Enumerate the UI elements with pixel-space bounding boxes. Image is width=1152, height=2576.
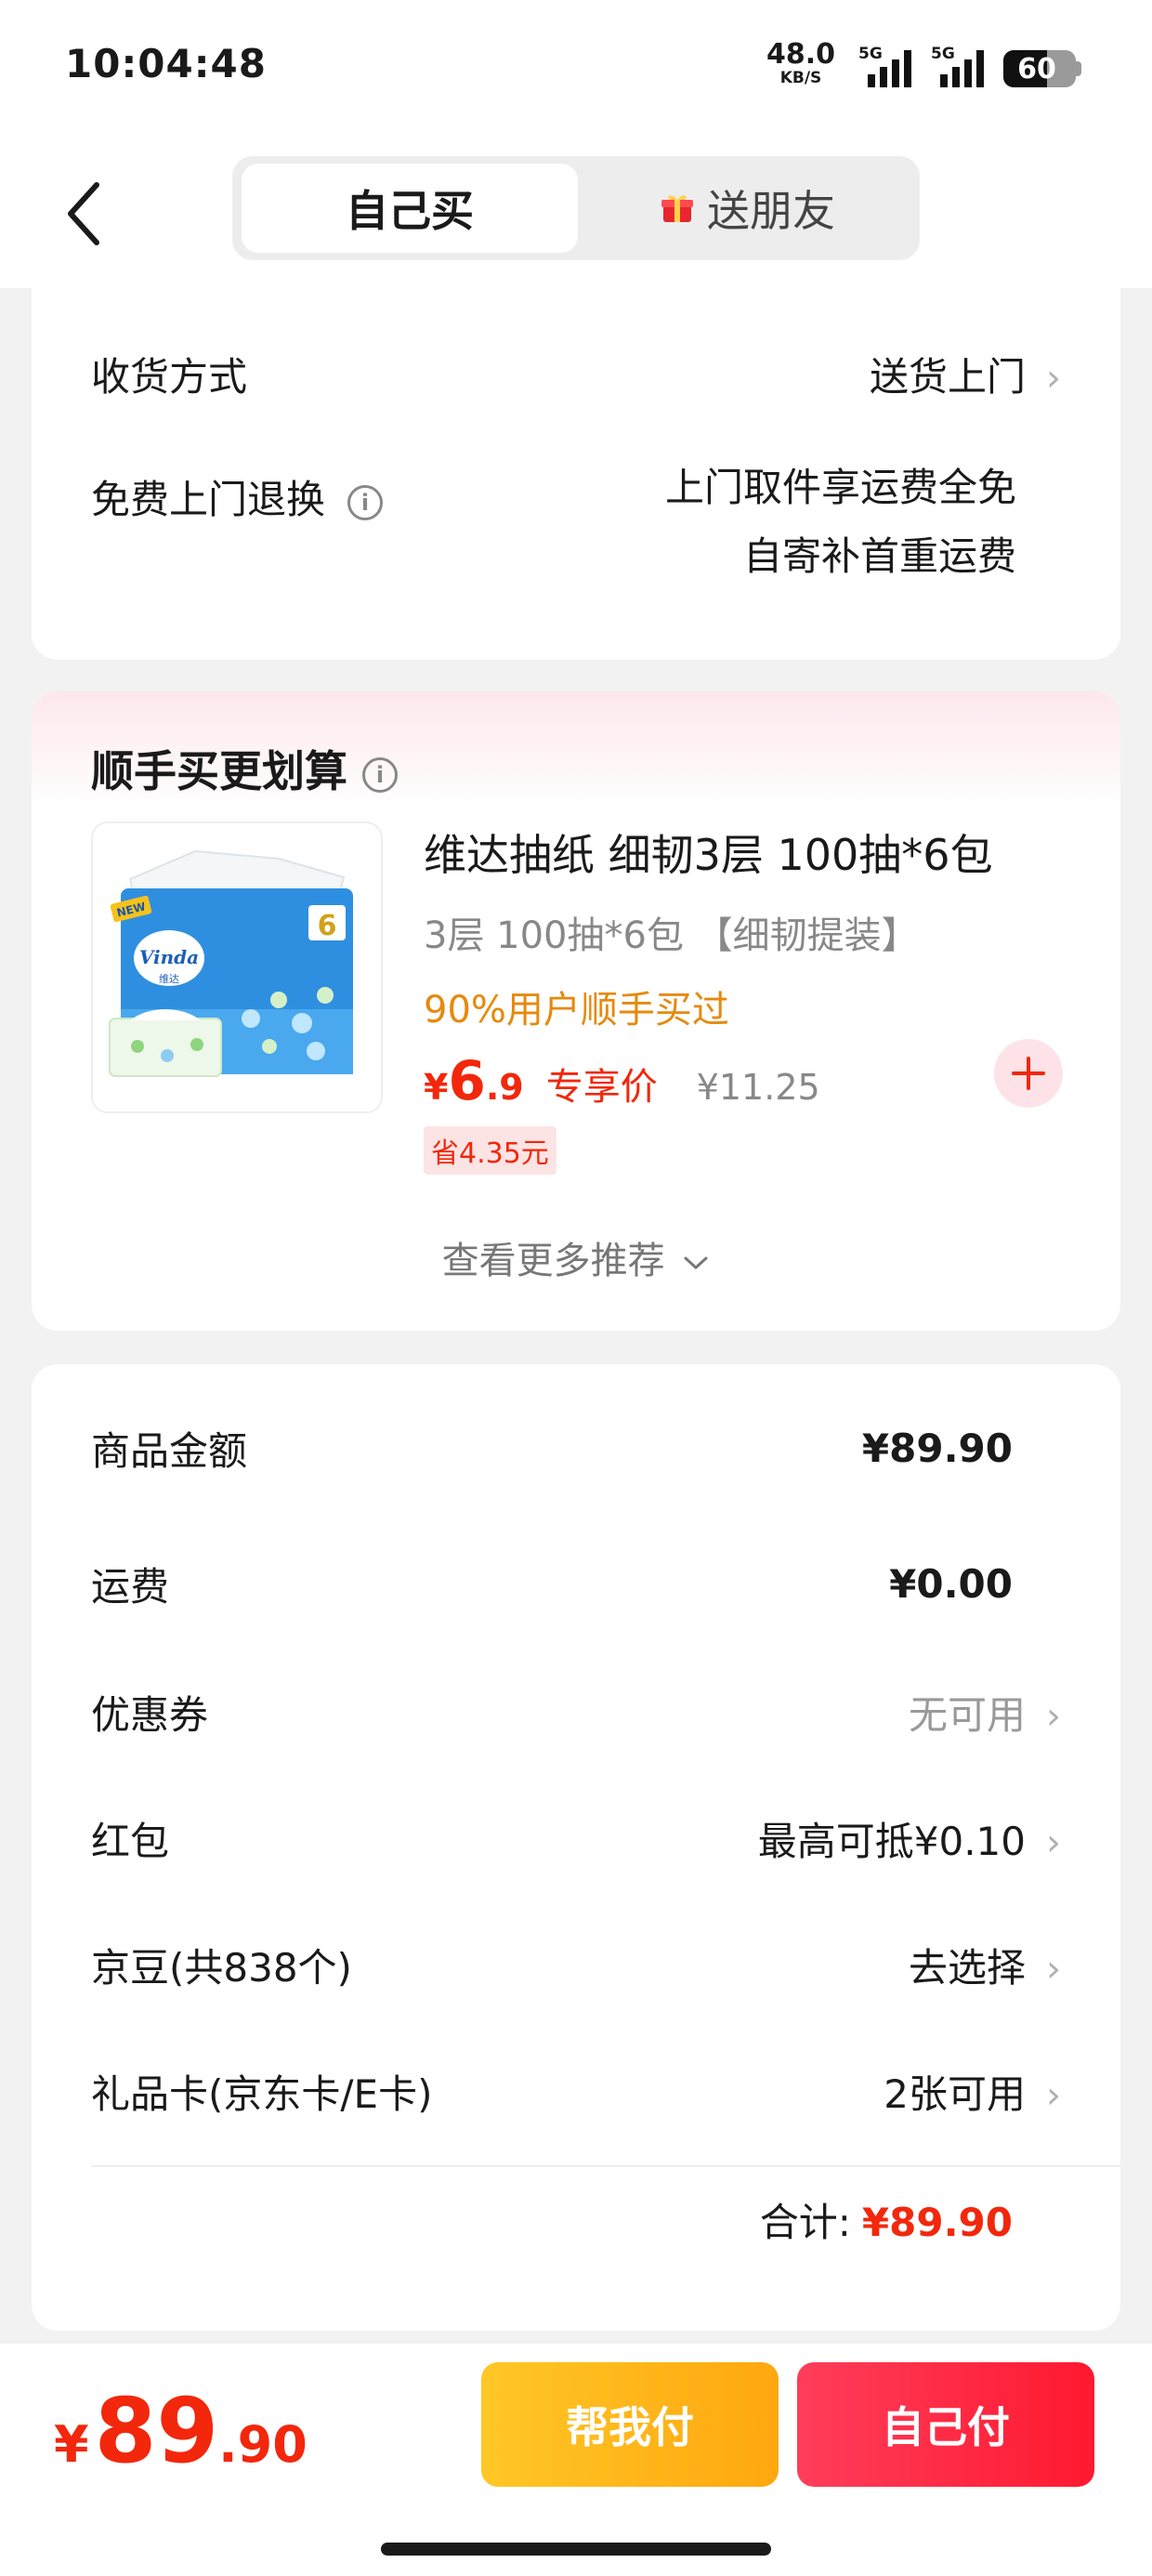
delivery-method-label: 收货方式 [91, 354, 248, 400]
plus-icon [1012, 1057, 1045, 1090]
image-brand: Vinda [139, 946, 199, 968]
image-badge: 6 [318, 910, 337, 942]
payable-amount: ¥ 89 .90 [54, 2379, 308, 2483]
upsell-title: 顺手买更划算 [91, 746, 347, 796]
network-speed: 48.0 KB/S [764, 41, 838, 86]
free-return-label: 免费上门退换 [91, 477, 326, 522]
goods-amount-label: 商品金额 [91, 1428, 248, 1474]
product-name[interactable]: 维达抽纸 细韧3层 100抽*6包 [424, 821, 993, 883]
product-price: ¥ 6 .9 专享价 ¥11.25 [424, 1049, 820, 1112]
free-return-row: 免费上门退换 i 上门取件享运费全免 自寄补首重运费 [91, 465, 1061, 591]
free-return-label-wrap: 免费上门退换 i [91, 468, 384, 525]
tab-gift-label: 送朋友 [707, 186, 835, 236]
chevron-left-icon [68, 182, 99, 245]
shipping-value: ¥0.00 [889, 1561, 1013, 1607]
goods-amount-value: ¥89.90 [861, 1426, 1013, 1471]
free-return-value: 上门取件享运费全免 自寄补首重运费 [665, 453, 1016, 591]
goods-amount-row: 商品金额 ¥89.90 [91, 1420, 1061, 1477]
purchase-mode-switch: 自己买 送朋友 [232, 156, 920, 260]
red-packet-value: 最高可抵¥0.10 [757, 1819, 1026, 1864]
jd-beans-label: 京豆(共838个) [91, 1945, 352, 1991]
delivery-card: 收货方式 送货上门 › 免费上门退换 i 上门取件享运费全免 自寄补首重运费 [32, 288, 1120, 660]
shipping-label: 运费 [91, 1564, 170, 1610]
gift-card-row[interactable]: 礼品卡(京东卡/E卡) 2张可用 › [91, 2063, 1061, 2120]
divider [91, 2165, 1120, 2167]
delivery-method-row[interactable]: 收货方式 送货上门 › [91, 346, 1061, 402]
jd-beans-row[interactable]: 京豆(共838个) 去选择 › [91, 1937, 1061, 1993]
pay-myself-button[interactable]: 自己付 [797, 2362, 1094, 2487]
signal-2-icon: 5G [931, 45, 1005, 87]
red-packet-value-wrap: 最高可抵¥0.10 › [758, 1810, 1061, 1867]
payable-decimal: .90 [218, 2415, 308, 2474]
delivery-method-value: 送货上门 [869, 354, 1026, 400]
chevron-down-icon [684, 1256, 708, 1269]
free-return-line1: 上门取件享运费全免 [664, 465, 1016, 510]
price-integer: 6 [448, 1049, 486, 1112]
total-value: ¥89.90 [861, 2200, 1013, 2245]
see-more-recommendations[interactable]: 查看更多推荐 [32, 1230, 1120, 1284]
tissue-pack-image: Vinda 维达 6 NEW [93, 823, 381, 1111]
chevron-right-icon: › [1046, 2074, 1061, 2117]
image-brand-cn: 维达 [159, 973, 179, 985]
coupon-value-wrap: 无可用 › [909, 1684, 1061, 1741]
free-return-line2: 自寄补首重运费 [742, 533, 1016, 579]
gift-card-value-wrap: 2张可用 › [884, 2063, 1061, 2120]
coupon-value: 无可用 [908, 1692, 1026, 1738]
red-packet-row[interactable]: 红包 最高可抵¥0.10 › [91, 1810, 1061, 1867]
network-speed-value: 48.0 [766, 38, 836, 71]
help-me-pay-button[interactable]: 帮我付 [481, 2362, 779, 2487]
price-symbol: ¥ [424, 1067, 449, 1108]
product-social-proof: 90%用户顺手买过 [424, 989, 729, 1032]
add-to-order-button[interactable] [994, 1039, 1063, 1108]
product-spec[interactable]: 3层 100抽*6包 【细韧提装】 [424, 905, 919, 959]
red-packet-label: 红包 [91, 1819, 170, 1864]
chevron-right-icon: › [1046, 1821, 1061, 1864]
price-summary-card: 商品金额 ¥89.90 运费 ¥0.00 优惠券 无可用 › 红包 最高可抵¥0.… [32, 1364, 1120, 2331]
chevron-right-icon: › [1046, 1948, 1061, 1991]
clock: 10:04:48 [65, 41, 267, 86]
jd-beans-value-wrap: 去选择 › [909, 1937, 1061, 1993]
chevron-right-icon: › [1046, 1695, 1061, 1738]
battery-level: 60 [1017, 52, 1056, 85]
jd-beans-value: 去选择 [908, 1945, 1026, 1991]
network-speed-unit: KB/S [779, 69, 822, 87]
gift-icon [661, 195, 693, 222]
status-bar: 10:04:48 48.0 KB/S 5G 5G 60 [0, 0, 1152, 139]
header: 自己买 送朋友 [0, 139, 1152, 288]
total-label: 合计: [759, 2200, 851, 2245]
tab-self-buy[interactable]: 自己买 [242, 164, 578, 253]
see-more-label: 查看更多推荐 [441, 1240, 665, 1282]
price-decimal: .9 [485, 1067, 524, 1108]
gift-card-value: 2张可用 [884, 2071, 1026, 2117]
payable-integer: 89 [94, 2379, 219, 2483]
delivery-method-value-wrap: 送货上门 › [870, 346, 1061, 402]
battery-icon: 60 [1003, 50, 1076, 87]
checkout-bar: ¥ 89 .90 帮我付 自己付 [0, 2344, 1152, 2576]
product-image[interactable]: Vinda 维达 6 NEW [91, 821, 383, 1113]
chevron-right-icon: › [1046, 357, 1061, 400]
original-price: ¥11.25 [696, 1067, 820, 1108]
shipping-row: 运费 ¥0.00 [91, 1556, 1061, 1612]
back-button[interactable] [56, 177, 111, 251]
savings-badge: 省4.35元 [424, 1126, 556, 1175]
total-row: 合计: ¥89.90 [760, 2191, 1013, 2248]
signal-1-icon: 5G [842, 45, 916, 87]
info-icon[interactable]: i [362, 756, 398, 793]
upsell-card: 顺手买更划算 i Vinda 维达 6 NEW 维达抽纸 细韧3层 100抽*6… [32, 691, 1120, 1331]
battery-tip [1076, 61, 1081, 76]
upsell-title-wrap: 顺手买更划算 i [91, 738, 398, 799]
coupon-label: 优惠券 [91, 1692, 209, 1738]
tab-gift-friend[interactable]: 送朋友 [585, 164, 910, 253]
coupon-row[interactable]: 优惠券 无可用 › [91, 1684, 1061, 1741]
home-indicator[interactable] [381, 2543, 771, 2556]
info-icon[interactable]: i [347, 484, 384, 520]
exclusive-price-tag: 专享价 [545, 1066, 658, 1109]
gift-card-label: 礼品卡(京东卡/E卡) [91, 2071, 433, 2117]
payable-symbol: ¥ [54, 2415, 89, 2474]
